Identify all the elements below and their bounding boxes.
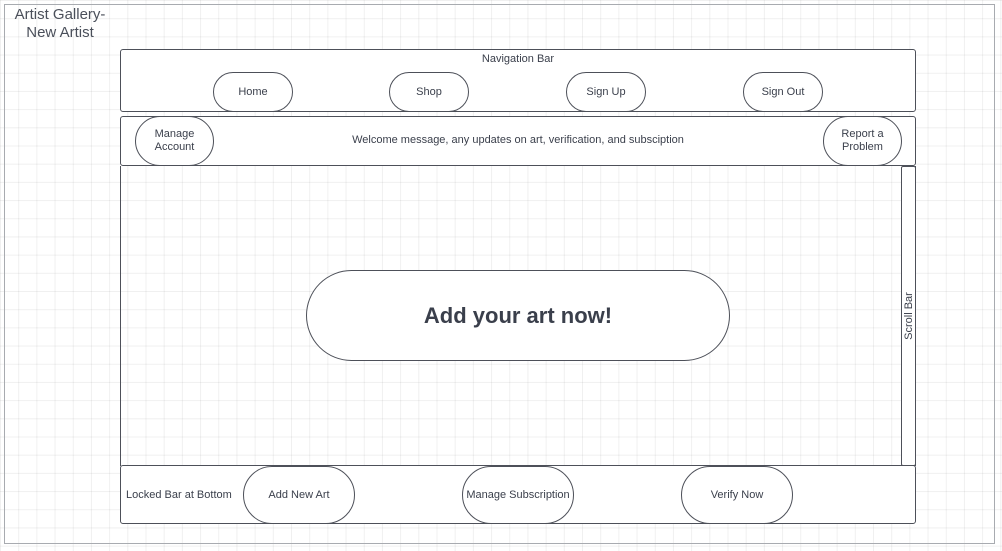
welcome-message: Welcome message, any updates on art, ver… [352, 134, 684, 146]
welcome-bar: Welcome message, any updates on art, ver… [120, 116, 916, 166]
wireframe-canvas: Artist Gallery- New Artist Navigation Ba… [0, 0, 1002, 551]
manage-account-button[interactable]: Manage Account [135, 116, 214, 166]
scroll-bar[interactable]: Scroll Bar [901, 166, 916, 466]
add-new-art-button[interactable]: Add New Art [243, 466, 355, 524]
locked-bar-label: Locked Bar at Bottom [126, 489, 232, 501]
add-art-cta-button[interactable]: Add your art now! [306, 270, 730, 361]
navigation-bar-label: Navigation Bar [481, 53, 555, 65]
page-title: Artist Gallery- New Artist [14, 6, 106, 41]
verify-now-button[interactable]: Verify Now [681, 466, 793, 524]
scroll-bar-label: Scroll Bar [902, 292, 915, 340]
report-problem-button[interactable]: Report a Problem [823, 116, 902, 166]
shop-button[interactable]: Shop [389, 72, 469, 112]
home-button[interactable]: Home [213, 72, 293, 112]
sign-up-button[interactable]: Sign Up [566, 72, 646, 112]
sign-out-button[interactable]: Sign Out [743, 72, 823, 112]
manage-subscription-button[interactable]: Manage Subscription [462, 466, 574, 524]
